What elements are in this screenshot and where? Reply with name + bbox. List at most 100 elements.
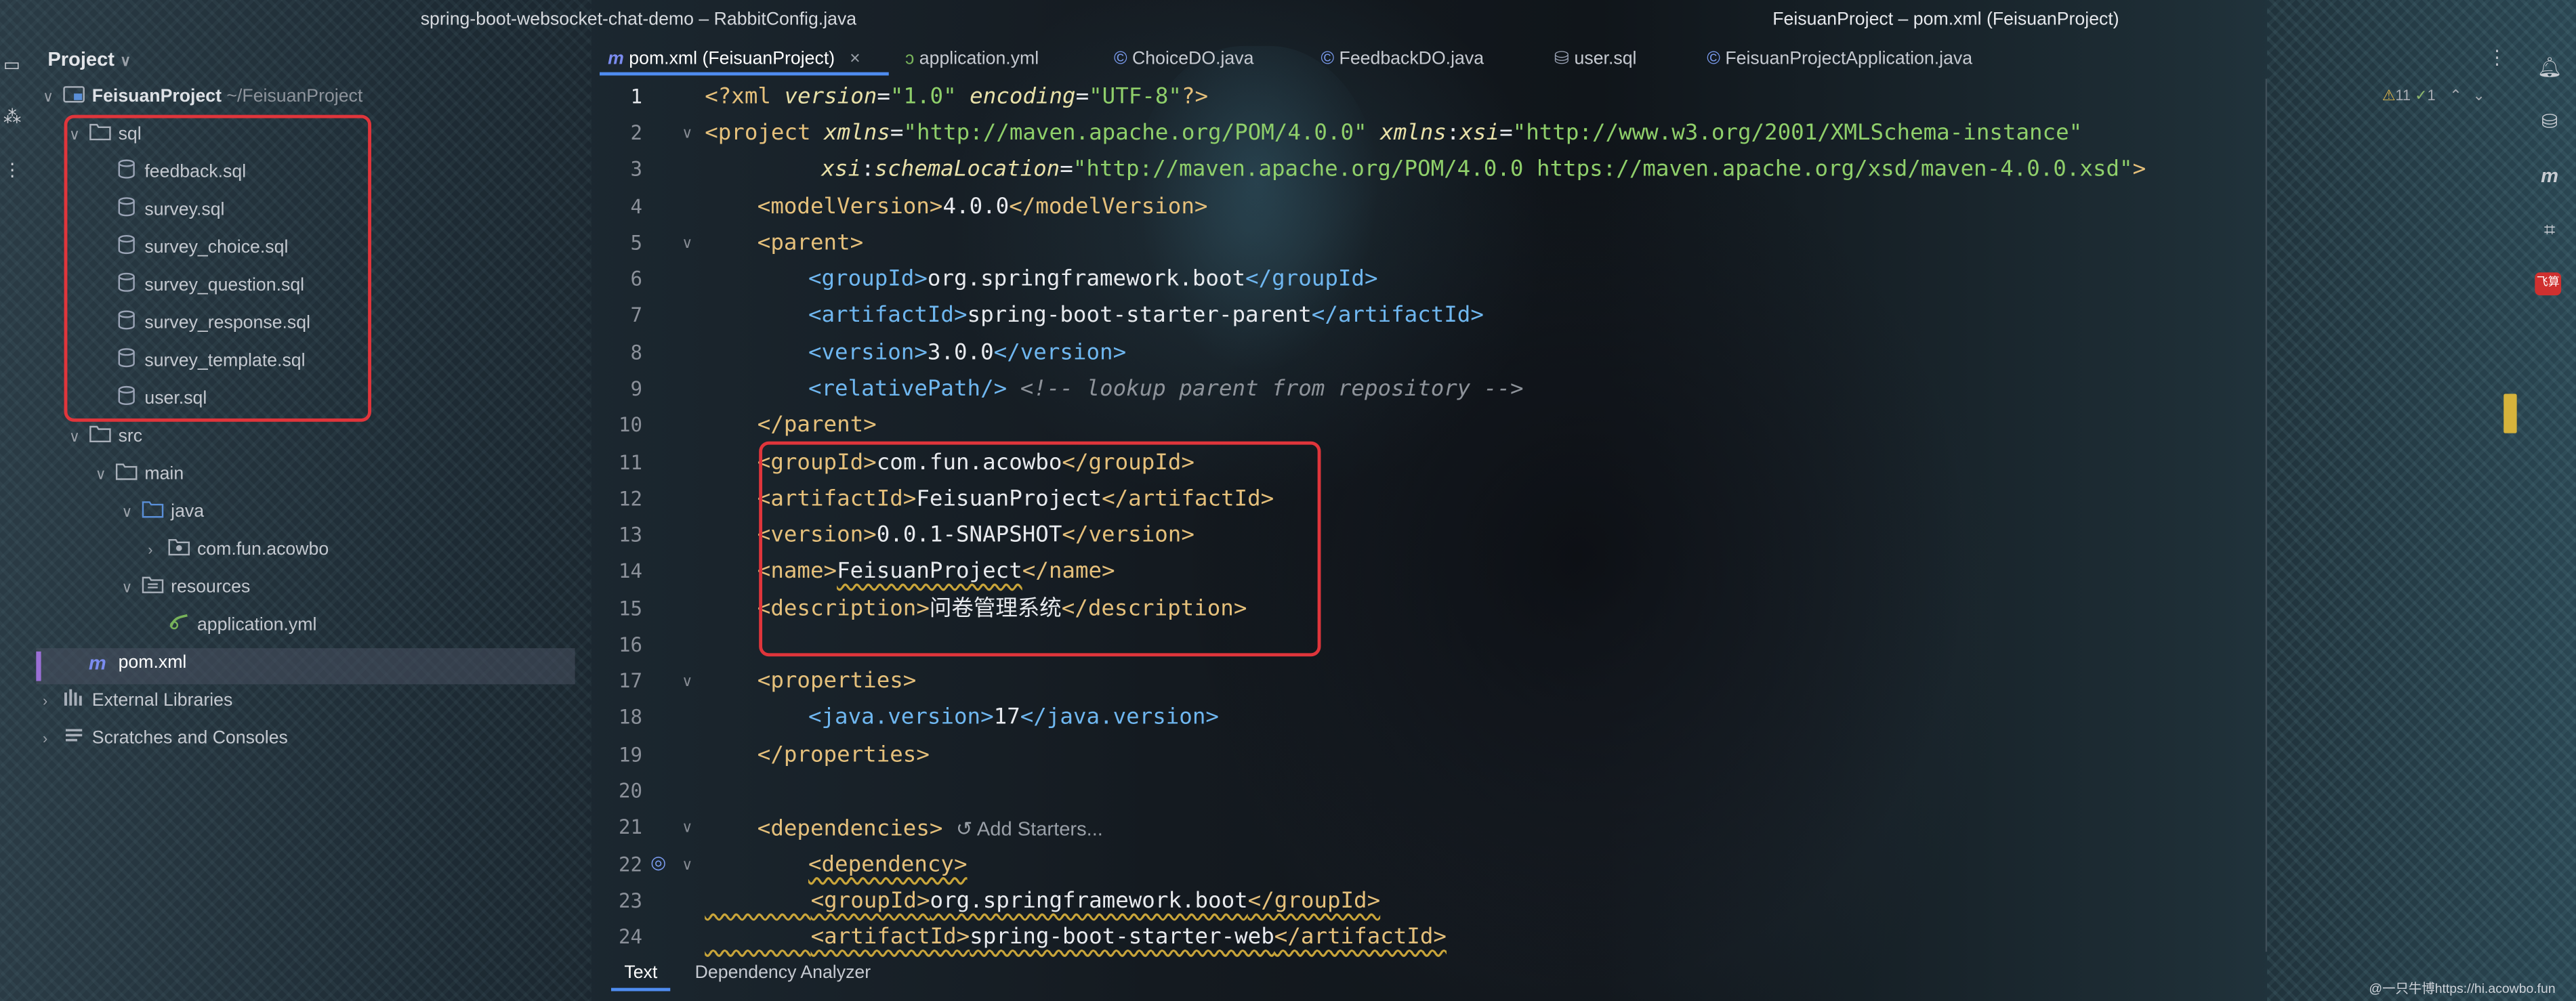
yaml-file-icon: [169, 614, 188, 630]
line-number: 3: [630, 157, 643, 181]
tree-node-package[interactable]: › com.fun.acowbo: [148, 532, 329, 568]
maven-dependency-gutter-icon[interactable]: ◎: [650, 852, 666, 873]
more-tabs-icon[interactable]: ⋮: [2487, 46, 2507, 69]
add-starters-hint[interactable]: ↺ Add Starters...: [956, 817, 1103, 840]
tree-node-java[interactable]: ∨ java: [121, 494, 204, 530]
maven-icon: m: [608, 49, 624, 69]
line-number: 14: [619, 559, 643, 583]
warning-icon: ⚠: [2382, 87, 2396, 104]
window-title-right: FeisuanProject – pom.xml (FeisuanProject…: [1772, 9, 2119, 30]
line-number: 22: [619, 853, 643, 876]
tree-node-pom[interactable]: m pom.xml: [89, 645, 186, 681]
tree-label: java: [171, 502, 205, 522]
structure-icon[interactable]: ⌗: [2535, 215, 2564, 244]
tree-node-file[interactable]: application.yml: [167, 608, 316, 643]
line-number: 19: [619, 743, 643, 767]
highlight-box-sql-folder: [64, 114, 371, 422]
tree-node-external-libraries[interactable]: › External Libraries: [43, 683, 232, 719]
tab-dependency-analyzer[interactable]: Dependency Analyzer: [695, 955, 871, 991]
code-line-19: </properties>: [757, 743, 930, 768]
fold-icon[interactable]: ∨: [682, 125, 692, 143]
plugin-badge-icon[interactable]: 飞算: [2535, 272, 2562, 296]
tab-label: ChoiceDO.java: [1132, 49, 1254, 69]
tree-node-project-root[interactable]: ∨ FeisuanProject ~/FeisuanProject: [43, 79, 362, 114]
fold-icon[interactable]: ∨: [682, 673, 692, 691]
line-number: 6: [630, 267, 643, 291]
line-number: 11: [619, 451, 643, 475]
chevron-right-icon[interactable]: ›: [148, 532, 167, 568]
chevron-down-icon[interactable]: ∨: [96, 456, 115, 492]
tab-user-sql[interactable]: ⛁ user.sql: [1554, 41, 1637, 77]
tab-label: user.sql: [1574, 49, 1637, 69]
code-line-21: <dependencies> ↺ Add Starters...: [757, 817, 1103, 842]
database-icon[interactable]: ⛁: [2535, 106, 2564, 136]
tree-label: Scratches and Consoles: [91, 728, 288, 748]
code-line-8: <version>3.0.0</version>: [808, 341, 1127, 366]
background-texture-right: [2267, 0, 2576, 1001]
chevron-down-icon[interactable]: ∨: [121, 494, 141, 530]
notifications-icon[interactable]: 🔔︎: [2535, 53, 2564, 83]
warning-count: 11: [2395, 87, 2411, 104]
close-icon[interactable]: ×: [850, 49, 860, 69]
tab-feedbackdo-java[interactable]: © FeedbackDO.java: [1321, 41, 1484, 77]
class-icon: ©: [1113, 49, 1127, 69]
libraries-icon: [64, 689, 82, 706]
inspection-widget[interactable]: ⚠11 ✓1 ⌃ ⌄: [2382, 87, 2485, 105]
code-line-3: xsi:schemaLocation="http://maven.apache.…: [821, 157, 2146, 182]
chevron-up-icon[interactable]: ⌃: [2449, 87, 2461, 103]
tree-project-path: ~/FeisuanProject: [226, 87, 363, 107]
project-view-icon[interactable]: ▭: [3, 56, 23, 75]
line-number: 18: [619, 705, 643, 729]
project-panel-header[interactable]: Project ∨: [47, 47, 131, 70]
line-number: 20: [619, 779, 643, 803]
folder-icon: [89, 425, 111, 442]
tab-label: FeisuanProjectApplication.java: [1725, 49, 1973, 69]
check-icon: ✓: [2415, 87, 2428, 104]
resources-folder-icon: [142, 576, 164, 593]
window-title-left: spring-boot-websocket-chat-demo – Rabbit…: [420, 9, 857, 30]
chevron-right-icon[interactable]: ›: [43, 683, 62, 719]
source-folder-icon: [142, 501, 164, 518]
tree-label: External Libraries: [91, 691, 233, 711]
chevron-down-icon[interactable]: ∨: [43, 79, 62, 114]
tree-node-resources[interactable]: ∨ resources: [121, 570, 250, 605]
tree-node-main[interactable]: ∨ main: [96, 456, 184, 492]
tab-text[interactable]: Text: [624, 955, 657, 991]
yaml-file-icon: ↄ: [905, 49, 915, 69]
line-number: 4: [630, 195, 643, 219]
tree-selection-marker: [36, 651, 41, 681]
bottom-tab-indicator: [610, 987, 671, 992]
tab-feisuanprojectapplication-java[interactable]: © FeisuanProjectApplication.java: [1707, 41, 1972, 77]
tab-application-yml[interactable]: ↄ application.yml: [905, 41, 1039, 77]
tree-label: application.yml: [196, 615, 317, 635]
more-tools-icon[interactable]: ⋮: [3, 161, 23, 180]
code-line-1: <?xml version="1.0" encoding="UTF-8"?>: [705, 85, 1209, 110]
tree-label: pom.xml: [118, 653, 187, 673]
scrollbar-marker[interactable]: [2504, 393, 2517, 433]
chevron-down-icon[interactable]: ⌄: [2472, 87, 2485, 103]
chevron-down-icon[interactable]: ∨: [69, 419, 89, 454]
code-line-2: <project xmlns="http://maven.apache.org/…: [705, 121, 2083, 146]
line-number: 9: [630, 377, 643, 401]
structure-view-icon[interactable]: ⁂: [3, 108, 23, 128]
fold-icon[interactable]: ∨: [682, 819, 692, 837]
maven-icon[interactable]: m: [2535, 161, 2564, 190]
tab-choicedo-java[interactable]: © ChoiceDO.java: [1114, 41, 1253, 77]
title-bar: spring-boot-websocket-chat-demo – Rabbit…: [0, 0, 2576, 39]
tree-node-scratches[interactable]: › Scratches and Consoles: [43, 721, 288, 757]
check-count: 1: [2427, 87, 2436, 104]
tree-node-src[interactable]: ∨ src: [69, 419, 142, 454]
fold-icon[interactable]: ∨: [682, 234, 692, 253]
starters-icon: ↺: [956, 817, 973, 840]
line-number: 1: [630, 85, 643, 108]
active-tab-indicator: [600, 72, 889, 76]
fold-icon[interactable]: ∨: [682, 857, 692, 875]
line-number: 21: [619, 815, 643, 839]
chevron-down-icon[interactable]: ∨: [121, 570, 141, 605]
code-line-10: </parent>: [757, 413, 877, 438]
project-panel-title: Project: [47, 47, 115, 71]
line-number: 12: [619, 487, 643, 511]
right-margin-guide: [2265, 79, 2268, 952]
code-line-22: <dependency>: [808, 853, 968, 878]
chevron-right-icon[interactable]: ›: [43, 721, 62, 757]
